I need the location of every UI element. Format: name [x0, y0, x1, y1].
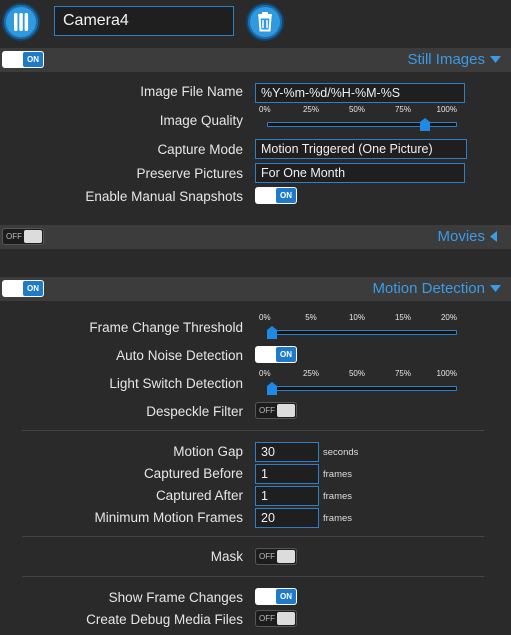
capture-mode-select[interactable] — [255, 139, 467, 159]
slider-tick-label: 25% — [302, 105, 319, 114]
captured-after-input[interactable] — [255, 486, 319, 506]
mask-label: Mask — [210, 549, 243, 564]
slider-track[interactable] — [267, 386, 457, 391]
create-debug-media-files-label: Create Debug Media Files — [86, 612, 243, 627]
motion-detection-title: Motion Detection — [372, 280, 485, 297]
frame-change-threshold-label: Frame Change Threshold — [89, 320, 243, 335]
slider-tick-label: 0% — [259, 313, 271, 322]
slider-tick-label: 15% — [394, 313, 411, 322]
minimum-motion-frames-unit: frames — [323, 513, 353, 524]
slider-tick-label: 25% — [302, 369, 319, 378]
frame-change-threshold-slider[interactable]: 0% 5% 10% 15% 20% — [259, 313, 462, 343]
preserve-pictures-label: Preserve Pictures — [136, 166, 243, 181]
mask-toggle[interactable]: OFF — [255, 548, 297, 565]
slider-tick-label: 50% — [348, 369, 365, 378]
slider-tick-label: 100% — [436, 105, 457, 114]
divider — [22, 576, 484, 577]
manual-snapshots-label: Enable Manual Snapshots — [85, 189, 243, 204]
show-frame-changes-toggle[interactable]: ON — [255, 588, 297, 605]
slider-thumb[interactable] — [267, 326, 277, 339]
capture-mode-label: Capture Mode — [157, 142, 243, 157]
slider-tick-label: 0% — [259, 369, 271, 378]
slider-tick-label: 20% — [440, 313, 457, 322]
manual-snapshots-toggle[interactable]: ON — [255, 187, 297, 204]
trash-icon — [258, 12, 272, 32]
slider-thumb[interactable] — [420, 118, 430, 131]
motion-detection-toggle[interactable]: ON — [2, 280, 44, 297]
columns-menu-icon — [14, 13, 29, 31]
despeckle-filter-label: Despeckle Filter — [146, 404, 243, 419]
menu-button[interactable] — [2, 3, 40, 41]
motion-gap-label: Motion Gap — [173, 444, 243, 459]
divider — [22, 430, 484, 431]
header-bar — [0, 0, 511, 44]
image-file-name-input[interactable] — [255, 83, 465, 103]
auto-noise-detection-toggle[interactable]: ON — [255, 346, 297, 363]
divider — [22, 536, 484, 537]
captured-after-unit: frames — [323, 491, 353, 502]
toggle-state-label: ON — [280, 350, 292, 359]
captured-before-input[interactable] — [255, 464, 319, 484]
image-quality-slider[interactable]: 0% 25% 50% 75% 100% — [259, 105, 462, 135]
chevron-down-icon — [490, 56, 501, 63]
movies-toggle[interactable]: OFF — [2, 228, 44, 245]
image-quality-label: Image Quality — [159, 113, 243, 128]
movies-title: Movies — [437, 228, 485, 245]
slider-tick-label: 75% — [394, 105, 411, 114]
slider-track[interactable] — [267, 330, 457, 335]
captured-before-unit: frames — [323, 469, 353, 480]
image-file-name-label: Image File Name — [140, 84, 243, 99]
still-images-section-bar[interactable]: ON Still Images — [0, 48, 511, 72]
slider-tick-label: 10% — [348, 313, 365, 322]
toggle-state-label: OFF — [259, 406, 275, 415]
slider-tick-label: 5% — [305, 313, 317, 322]
show-frame-changes-label: Show Frame Changes — [108, 590, 243, 605]
toggle-state-label: ON — [27, 284, 39, 293]
create-debug-media-files-toggle[interactable]: OFF — [255, 610, 297, 627]
minimum-motion-frames-input[interactable] — [255, 508, 319, 528]
toggle-state-label: ON — [280, 592, 292, 601]
chevron-down-icon — [490, 285, 501, 292]
still-images-toggle[interactable]: ON — [2, 51, 44, 68]
slider-tick-label: 50% — [348, 105, 365, 114]
light-switch-detection-slider[interactable]: 0% 25% 50% 75% 100% — [259, 369, 462, 399]
captured-after-label: Captured After — [155, 488, 243, 503]
slider-tick-label: 100% — [436, 369, 457, 378]
toggle-state-label: ON — [280, 191, 292, 200]
slider-thumb[interactable] — [267, 382, 277, 395]
toggle-state-label: ON — [27, 55, 39, 64]
movies-section-bar[interactable]: OFF Movies — [0, 225, 511, 249]
motion-detection-section-bar[interactable]: ON Motion Detection — [0, 277, 511, 301]
slider-tick-label: 0% — [259, 105, 271, 114]
delete-button[interactable] — [246, 3, 284, 41]
despeckle-filter-toggle[interactable]: OFF — [255, 402, 297, 419]
toggle-state-label: OFF — [259, 552, 275, 561]
minimum-motion-frames-label: Minimum Motion Frames — [94, 510, 243, 525]
motion-gap-input[interactable] — [255, 442, 319, 462]
motion-gap-unit: seconds — [323, 447, 359, 458]
preserve-pictures-select[interactable] — [255, 163, 465, 183]
camera-name-input[interactable] — [54, 6, 234, 36]
toggle-state-label: OFF — [6, 232, 22, 241]
light-switch-detection-label: Light Switch Detection — [109, 376, 243, 391]
still-images-title: Still Images — [407, 51, 485, 68]
slider-tick-label: 75% — [394, 369, 411, 378]
chevron-left-icon — [490, 231, 497, 242]
auto-noise-detection-label: Auto Noise Detection — [116, 348, 243, 363]
toggle-state-label: OFF — [259, 614, 275, 623]
captured-before-label: Captured Before — [143, 466, 243, 481]
